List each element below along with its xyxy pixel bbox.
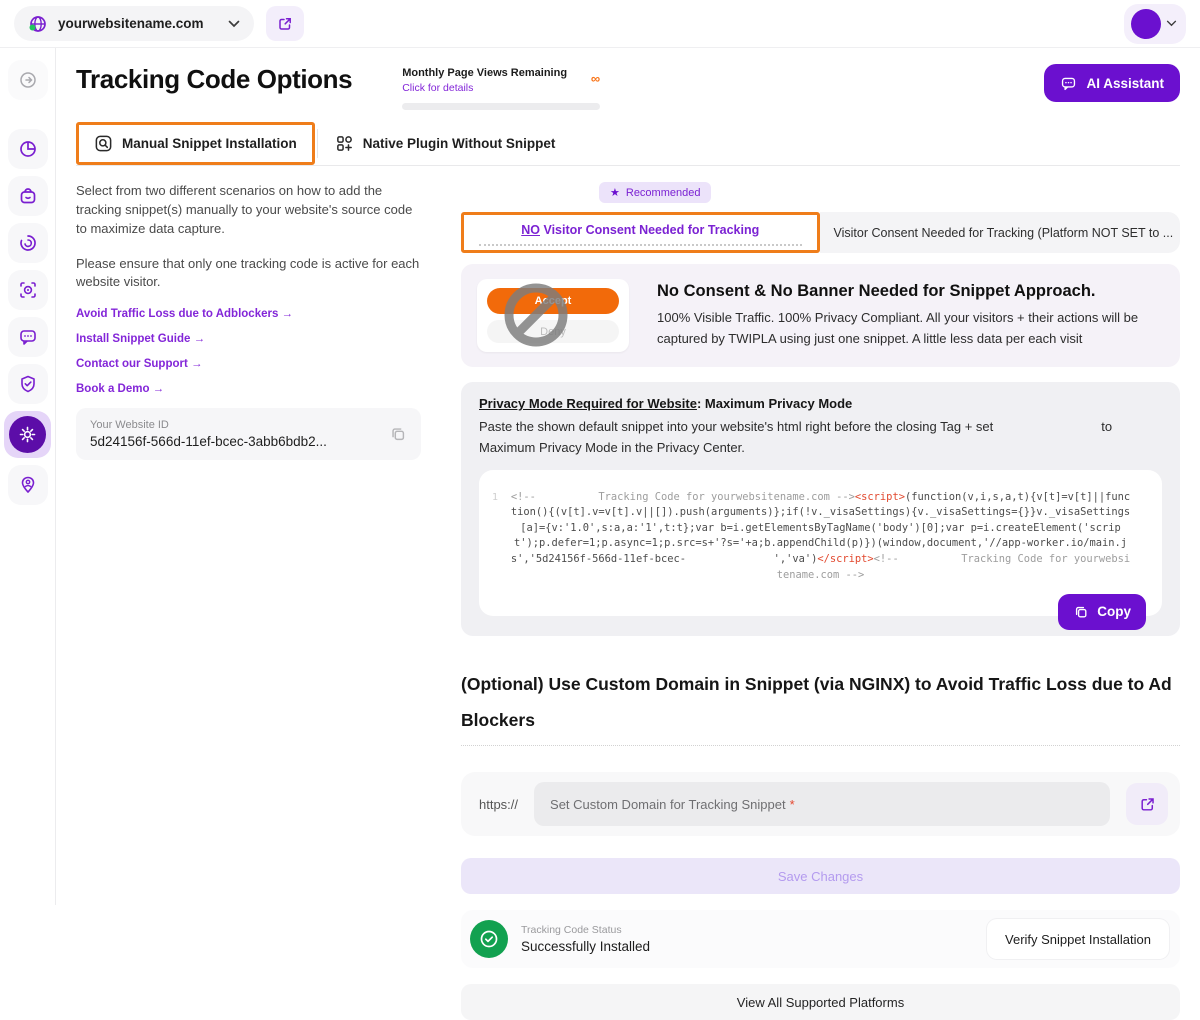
prohibition-icon xyxy=(503,282,569,348)
privacy-mode-title: Privacy Mode Required for Website xyxy=(479,396,697,411)
success-check-icon xyxy=(470,920,508,958)
intro-paragraph-2: Please ensure that only one tracking cod… xyxy=(76,255,421,293)
external-link-icon xyxy=(1139,796,1156,813)
tab-manual-snippet[interactable]: Manual Snippet Installation xyxy=(76,122,315,165)
collapse-sidebar-icon xyxy=(18,70,38,90)
sidebar-item-collapse[interactable] xyxy=(8,60,48,100)
map-pin-person-icon xyxy=(18,475,38,495)
gear-icon xyxy=(9,416,46,453)
website-selector[interactable]: yourwebsitename.com xyxy=(14,6,254,41)
tab-bar: Manual Snippet Installation Native Plugi… xyxy=(76,122,1180,166)
sidebar-item-feedback[interactable] xyxy=(8,317,48,357)
pageviews-label: Monthly Page Views Remaining xyxy=(402,67,567,79)
website-name: yourwebsitename.com xyxy=(58,16,204,31)
open-website-button[interactable] xyxy=(266,6,304,41)
privacy-desc-1: Paste the shown default snippet into you… xyxy=(479,419,993,434)
infinity-icon: ∞ xyxy=(591,67,600,85)
sidebar-item-recordings[interactable] xyxy=(8,270,48,310)
tracking-status-card: Tracking Code Status Successfully Instal… xyxy=(461,910,1180,968)
status-label: Tracking Code Status xyxy=(521,924,650,936)
pageviews-progress-bar xyxy=(402,103,600,110)
custom-domain-heading: (Optional) Use Custom Domain in Snippet … xyxy=(461,666,1180,747)
sidebar-item-privacy[interactable] xyxy=(8,364,48,404)
required-asterisk: * xyxy=(790,797,795,812)
recommended-badge: ★ Recommended xyxy=(599,182,711,203)
website-id-value: 5d24156f-566d-11ef-bcec-3abb6bdb2... xyxy=(90,434,327,449)
sidebar-item-settings[interactable] xyxy=(4,411,51,458)
save-changes-button[interactable]: Save Changes xyxy=(461,858,1180,894)
privacy-mode-value: : Maximum Privacy Mode xyxy=(697,396,852,411)
copy-snippet-button[interactable]: Copy xyxy=(1058,594,1146,630)
plugin-grid-icon xyxy=(335,134,354,153)
avatar xyxy=(1131,9,1161,39)
sidebar-item-behavior[interactable] xyxy=(8,223,48,263)
top-bar: yourwebsitename.com xyxy=(0,0,1200,48)
recommended-label: Recommended xyxy=(626,187,701,199)
link-avoid-traffic-loss[interactable]: Avoid Traffic Loss due to Adblockers → xyxy=(76,308,421,320)
custom-domain-input[interactable]: Set Custom Domain for Tracking Snippet * xyxy=(534,782,1110,826)
pie-chart-icon xyxy=(18,139,38,159)
tab-divider xyxy=(317,129,318,158)
pageviews-details-link[interactable]: Click for details xyxy=(402,82,567,94)
tab-no-consent[interactable]: NO Visitor Consent Needed for Tracking xyxy=(461,212,820,253)
no-consent-heading: No Consent & No Banner Needed for Snippe… xyxy=(657,282,1164,301)
ai-assistant-button[interactable]: AI Assistant xyxy=(1044,64,1180,102)
tab-label: Native Plugin Without Snippet xyxy=(363,136,556,151)
user-menu[interactable] xyxy=(1124,4,1186,44)
protocol-prefix: https:// xyxy=(479,797,518,812)
open-domain-button[interactable] xyxy=(1126,783,1168,825)
tracking-code-text: <!-- Tracking Code for yourwebsitename.c… xyxy=(509,490,1132,584)
link-contact-support[interactable]: Contact our Support → xyxy=(76,358,421,370)
sidebar-item-ecommerce[interactable] xyxy=(8,176,48,216)
website-id-card: Your Website ID 5d24156f-566d-11ef-bcec-… xyxy=(76,408,421,460)
copy-icon xyxy=(1073,604,1089,620)
pageviews-widget: Monthly Page Views Remaining Click for d… xyxy=(402,64,600,110)
page-title: Tracking Code Options xyxy=(76,64,352,95)
sidebar-nav xyxy=(0,48,56,905)
consent-banner-mock: Accept Deny xyxy=(477,279,629,352)
custom-domain-placeholder: Set Custom Domain for Tracking Snippet xyxy=(550,797,786,812)
intro-paragraph-1: Select from two different scenarios on h… xyxy=(76,182,421,239)
tracking-code-block[interactable]: 1 <!-- Tracking Code for yourwebsitename… xyxy=(479,470,1162,616)
sidebar-item-dashboard[interactable] xyxy=(8,129,48,169)
star-icon: ★ xyxy=(610,186,620,199)
no-consent-info-card: Accept Deny No Consent & No Banner Neede… xyxy=(461,264,1180,367)
external-link-icon xyxy=(277,16,293,32)
swirl-icon xyxy=(18,233,38,253)
privacy-mode-card: Privacy Mode Required for Website: Maxim… xyxy=(461,382,1180,636)
no-consent-rest: Visitor Consent Needed for Tracking xyxy=(540,223,759,237)
tab-label: Manual Snippet Installation xyxy=(122,136,297,151)
tab-native-plugin[interactable]: Native Plugin Without Snippet xyxy=(320,122,571,165)
copy-label: Copy xyxy=(1097,604,1131,619)
no-consent-prefix: NO xyxy=(521,223,540,237)
chat-bubble-icon xyxy=(18,327,38,347)
status-value: Successfully Installed xyxy=(521,939,650,954)
chevron-down-icon xyxy=(1166,20,1177,27)
view-all-platforms-button[interactable]: View All Supported Platforms xyxy=(461,984,1180,1020)
link-install-snippet-guide[interactable]: Install Snippet Guide → xyxy=(76,333,421,345)
website-id-label: Your Website ID xyxy=(90,419,327,431)
code-line-number: 1 xyxy=(492,492,498,503)
shield-check-icon xyxy=(18,374,38,394)
link-book-demo[interactable]: Book a Demo → xyxy=(76,383,421,395)
code-search-icon xyxy=(94,134,113,153)
no-consent-body: 100% Visible Traffic. 100% Privacy Compl… xyxy=(657,308,1164,348)
capture-lens-icon xyxy=(18,280,38,300)
ai-assistant-label: AI Assistant xyxy=(1086,76,1164,91)
copy-icon[interactable] xyxy=(389,425,407,443)
tab-consent-needed[interactable]: Visitor Consent Needed for Tracking (Pla… xyxy=(820,212,1181,253)
chat-icon xyxy=(1060,75,1077,92)
verify-snippet-button[interactable]: Verify Snippet Installation xyxy=(987,919,1169,959)
shopping-bag-icon xyxy=(18,186,38,206)
custom-domain-row: https:// Set Custom Domain for Tracking … xyxy=(461,772,1180,836)
chevron-down-icon xyxy=(228,20,240,28)
globe-icon xyxy=(28,14,48,34)
sidebar-item-visitor-map[interactable] xyxy=(8,465,48,505)
